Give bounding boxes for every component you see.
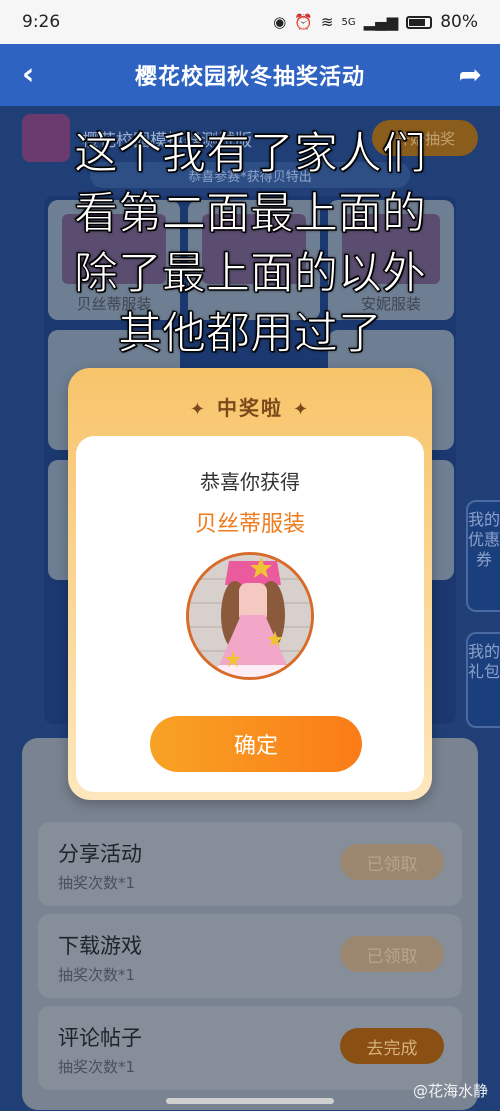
prize-name: 贝丝蒂服装 — [194, 512, 305, 537]
watermark: @花海水静 — [412, 1082, 488, 1100]
sparkle-icon: ✦ — [293, 399, 311, 420]
task-name: 分享活动 — [58, 842, 142, 866]
task-name: 下载游戏 — [58, 934, 142, 958]
task-claimed-button[interactable]: 已领取 — [340, 844, 444, 880]
wifi-icon: ≋ — [320, 13, 334, 31]
home-indicator[interactable] — [166, 1098, 334, 1104]
task-row: 分享活动 抽奖次数*1 已领取 — [38, 822, 462, 906]
share-icon[interactable]: ➦ — [459, 58, 482, 91]
caption-line: 除了最上面的以外 — [74, 248, 427, 300]
task-name: 评论帖子 — [58, 1026, 142, 1050]
task-row: 评论帖子 抽奖次数*1 去完成 — [38, 1006, 462, 1090]
back-arrow-icon[interactable]: ‹ — [22, 57, 34, 92]
eye-icon: ◉ — [273, 13, 287, 31]
my-gift-pack-tab[interactable]: 我的礼包 — [466, 632, 500, 728]
caption-line: 看第二面最上面的 — [74, 188, 427, 240]
dialog-body: 恭喜你获得 贝丝蒂服装 确定 — [76, 436, 424, 792]
alarm-icon: ⏰ — [294, 13, 313, 31]
prize-image — [186, 552, 314, 680]
status-time: 9:26 — [22, 12, 61, 32]
signal-icon: ▂▄▆ — [363, 13, 399, 31]
status-icons: ◉ ⏰ ≋ 5G ▂▄▆ 80% — [273, 12, 478, 32]
character-illustration — [189, 555, 311, 677]
task-complete-button[interactable]: 去完成 — [340, 1028, 444, 1064]
caption-line: 其他都用过了 — [118, 308, 383, 360]
dialog-title: 中奖啦 — [217, 396, 283, 420]
task-row: 下载游戏 抽奖次数*1 已领取 — [38, 914, 462, 998]
network-label: 5G — [341, 16, 356, 28]
app-header: ‹ 樱花校园秋冬抽奖活动 ➦ — [0, 44, 500, 106]
battery-icon — [406, 15, 433, 29]
confirm-button[interactable]: 确定 — [150, 716, 362, 772]
congrats-text: 恭喜你获得 — [200, 470, 300, 494]
overlay-caption: 这个我有了家人们 看第二面最上面的 除了最上面的以外 其他都用过了 — [0, 124, 500, 364]
my-coupons-tab[interactable]: 我的优惠券 — [466, 500, 500, 612]
battery-percent: 80% — [440, 12, 478, 32]
task-reward: 抽奖次数*1 — [58, 1058, 136, 1076]
page-title: 樱花校园秋冬抽奖活动 — [134, 65, 365, 90]
status-bar: 9:26 ◉ ⏰ ≋ 5G ▂▄▆ 80% — [0, 0, 500, 44]
task-claimed-button[interactable]: 已领取 — [340, 936, 444, 972]
prize-dialog: ✦ 中奖啦 ✦ 恭喜你获得 贝丝蒂服装 确定 — [68, 368, 432, 800]
task-reward: 抽奖次数*1 — [58, 874, 136, 892]
task-reward: 抽奖次数*1 — [58, 966, 136, 984]
caption-line: 这个我有了家人们 — [74, 128, 427, 180]
dialog-header: ✦ 中奖啦 ✦ — [68, 392, 432, 421]
sparkle-icon: ✦ — [189, 399, 207, 420]
